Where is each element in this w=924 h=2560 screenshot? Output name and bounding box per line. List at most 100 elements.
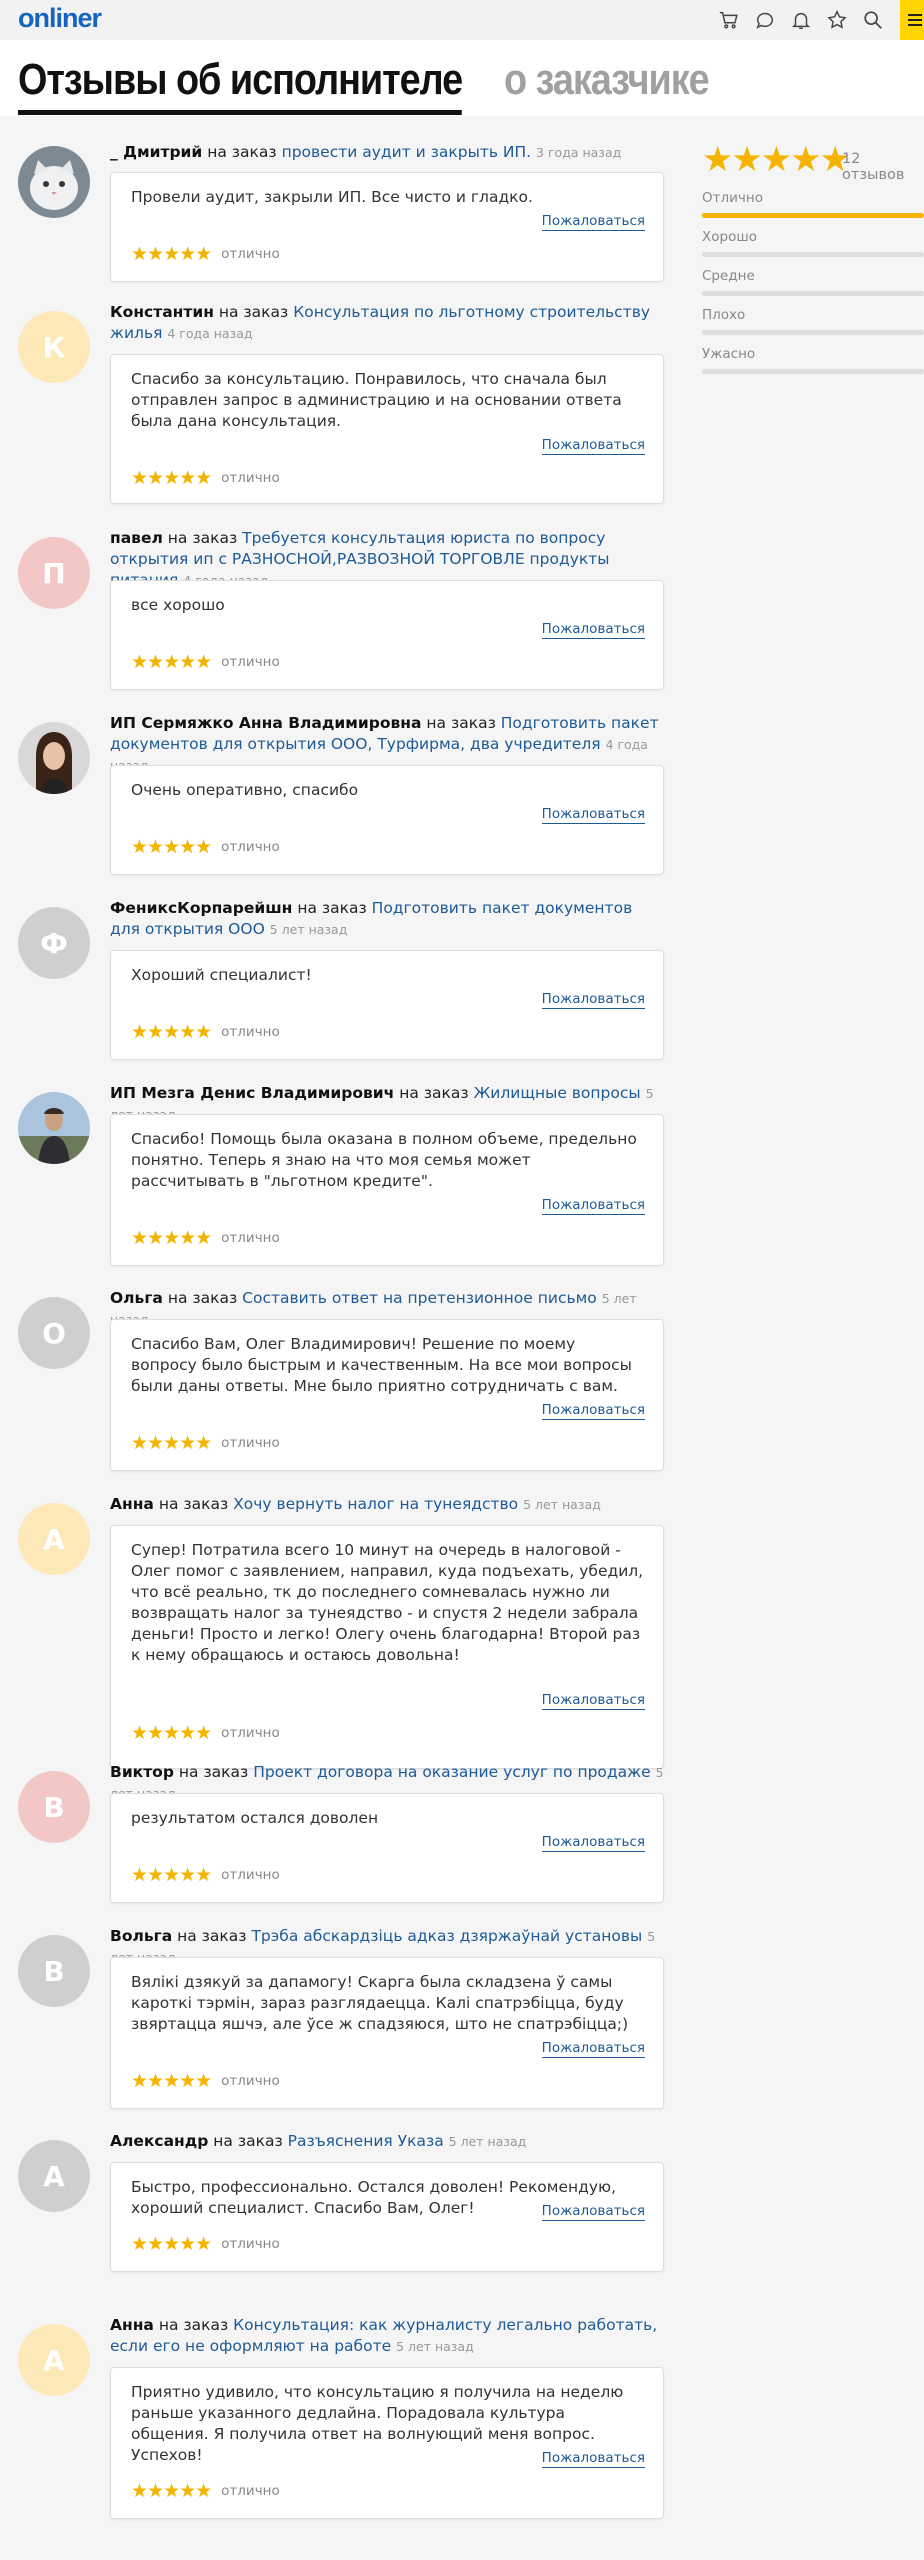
avatar[interactable]: А <box>18 2140 90 2212</box>
rating-stars: ★★★★★ <box>131 1722 212 1744</box>
order-link[interactable]: провести аудит и закрыть ИП. <box>282 143 532 161</box>
review-card: Быстро, профессионально. Остался доволен… <box>110 2162 664 2272</box>
review-card: результатом остался доволен Пожаловаться ★… <box>110 1793 664 1903</box>
reviews-count[interactable]: 12 отзывов <box>842 151 924 183</box>
review-date: 4 года назад <box>167 326 253 341</box>
review-card: Очень оперативно, спасибо Пожаловаться ★★★… <box>110 765 664 875</box>
reviewer-name[interactable]: ФениксКорпарейшн <box>110 899 292 917</box>
cart-icon[interactable] <box>718 9 740 31</box>
review-meta: Константин на заказ Консультация по льго… <box>110 302 664 344</box>
order-link[interactable]: Трэба абскардзіць адказ дзяржаўнай устан… <box>251 1927 642 1945</box>
avatar[interactable]: А <box>18 2324 90 2396</box>
summary-stars: ★★★★★ <box>702 140 851 180</box>
rating-bar: Отлично <box>702 190 924 218</box>
avatar-initial: А <box>43 2343 65 2377</box>
reviewer-name[interactable]: Виктор <box>110 1763 174 1781</box>
review-item: Ф ФениксКорпарейшн на заказ Подготовить п… <box>18 898 664 1060</box>
review-item: А Анна на заказ Хочу вернуть налог на тун… <box>18 1494 664 1769</box>
order-link[interactable]: Составить ответ на претензионное письмо <box>242 1289 597 1307</box>
complain-button[interactable]: Пожаловаться <box>541 991 645 1009</box>
avatar[interactable]: Ф <box>18 907 90 979</box>
onliner-logo[interactable]: onliner <box>18 3 102 34</box>
complain-button[interactable]: Пожаловаться <box>541 806 645 824</box>
rating-bar-label: Плохо <box>702 307 746 323</box>
review-rating: ★★★★★ отлично <box>131 467 280 489</box>
review-item: К Константин на заказ Консультация по льг… <box>18 302 664 504</box>
rating-stars: ★★★★★ <box>131 243 212 265</box>
chat-icon[interactable] <box>754 9 776 31</box>
star-icon[interactable] <box>826 9 848 31</box>
avatar[interactable]: П <box>18 537 90 609</box>
review-meta: Анна на заказ Консультация: как журналис… <box>110 2315 664 2357</box>
complain-button[interactable]: Пожаловаться <box>541 437 645 455</box>
review-item: ИП Сермяжко Анна Владимировна на заказ П… <box>18 713 664 875</box>
complain-button[interactable]: Пожаловаться <box>541 2040 645 2058</box>
review-item: В Вольга на заказ Трэба абскардзіць адказ… <box>18 1926 664 2109</box>
avatar-initial: П <box>42 556 66 590</box>
rating-grade: отлично <box>221 1024 280 1040</box>
review-text: Провели аудит, закрыли ИП. Все чисто и г… <box>131 188 533 206</box>
rating-bar-track <box>702 291 924 296</box>
tab-performer-reviews[interactable]: Отзывы об исполнителе <box>18 52 463 115</box>
on-order-label: на заказ <box>167 529 238 547</box>
complain-button[interactable]: Пожаловаться <box>541 621 645 639</box>
complain-button[interactable]: Пожаловаться <box>541 2203 645 2221</box>
review-rating: ★★★★★ отлично <box>131 651 280 673</box>
rating-grade: отлично <box>221 1435 280 1451</box>
tab-customer-reviews[interactable]: о заказчике <box>504 52 710 115</box>
rating-grade: отлично <box>221 470 280 486</box>
bell-icon[interactable] <box>790 9 812 31</box>
review-rating: ★★★★★ отлично <box>131 2070 280 2092</box>
rating-stars: ★★★★★ <box>131 1432 212 1454</box>
reviewer-name[interactable]: _ Дмитрий <box>110 143 202 161</box>
complain-button[interactable]: Пожаловаться <box>541 1402 645 1420</box>
rating-bar: Средне <box>702 268 924 296</box>
complain-button[interactable]: Пожаловаться <box>541 213 645 231</box>
rating-stars: ★★★★★ <box>131 467 212 489</box>
avatar[interactable]: А <box>18 1503 90 1575</box>
rating-bar-track <box>702 213 924 218</box>
avatar[interactable]: В <box>18 1935 90 2007</box>
reviewer-name[interactable]: ИП Мезга Денис Владимирович <box>110 1084 394 1102</box>
reviewer-name[interactable]: Анна <box>110 2316 154 2334</box>
avatar[interactable]: В <box>18 1771 90 1843</box>
rating-grade: отлично <box>221 2236 280 2252</box>
review-item: _ Дмитрий на заказ провести аудит и закр… <box>18 142 664 282</box>
avatar-initial: А <box>43 1522 65 1556</box>
avatar[interactable] <box>18 722 90 794</box>
rating-stars: ★★★★★ <box>131 2070 212 2092</box>
search-icon[interactable] <box>862 9 884 31</box>
complain-button[interactable]: Пожаловаться <box>541 1197 645 1215</box>
top-bar: onliner <box>0 0 924 40</box>
menu-icon[interactable] <box>900 0 924 40</box>
reviewer-name[interactable]: павел <box>110 529 163 547</box>
review-card: Провели аудит, закрыли ИП. Все чисто и г… <box>110 172 664 282</box>
review-rating: ★★★★★ отлично <box>131 2480 280 2502</box>
order-link[interactable]: Разъяснения Указа <box>288 2132 444 2150</box>
review-rating: ★★★★★ отлично <box>131 1722 280 1744</box>
review-text: Хороший специалист! <box>131 966 312 984</box>
reviewer-name[interactable]: Анна <box>110 1495 154 1513</box>
rating-bar-label: Средне <box>702 268 755 284</box>
order-link[interactable]: Хочу вернуть налог на тунеядство <box>233 1495 518 1513</box>
avatar[interactable] <box>18 1092 90 1164</box>
avatar[interactable]: К <box>18 311 90 383</box>
tabs: Отзывы об исполнителе о заказчике <box>18 52 742 115</box>
avatar[interactable]: О <box>18 1297 90 1369</box>
reviewer-name[interactable]: Александр <box>110 2132 208 2150</box>
rating-bar-track <box>702 369 924 374</box>
reviewer-name[interactable]: Ольга <box>110 1289 163 1307</box>
reviewer-name[interactable]: Вольга <box>110 1927 172 1945</box>
reviewer-name[interactable]: ИП Сермяжко Анна Владимировна <box>110 714 421 732</box>
review-text: Спасибо! Помощь была оказана в полном об… <box>131 1130 637 1190</box>
complain-button[interactable]: Пожаловаться <box>541 1834 645 1852</box>
complain-button[interactable]: Пожаловаться <box>541 1692 645 1710</box>
on-order-label: на заказ <box>177 1927 247 1945</box>
avatar[interactable] <box>18 146 90 218</box>
rating-bar-track <box>702 330 924 335</box>
reviewer-name[interactable]: Константин <box>110 303 214 321</box>
review-meta: Анна на заказ Хочу вернуть налог на туне… <box>110 1494 664 1515</box>
complain-button[interactable]: Пожаловаться <box>541 2450 645 2468</box>
order-link[interactable]: Жилищные вопросы <box>474 1084 641 1102</box>
order-link[interactable]: Проект договора на оказание услуг по про… <box>253 1763 650 1781</box>
